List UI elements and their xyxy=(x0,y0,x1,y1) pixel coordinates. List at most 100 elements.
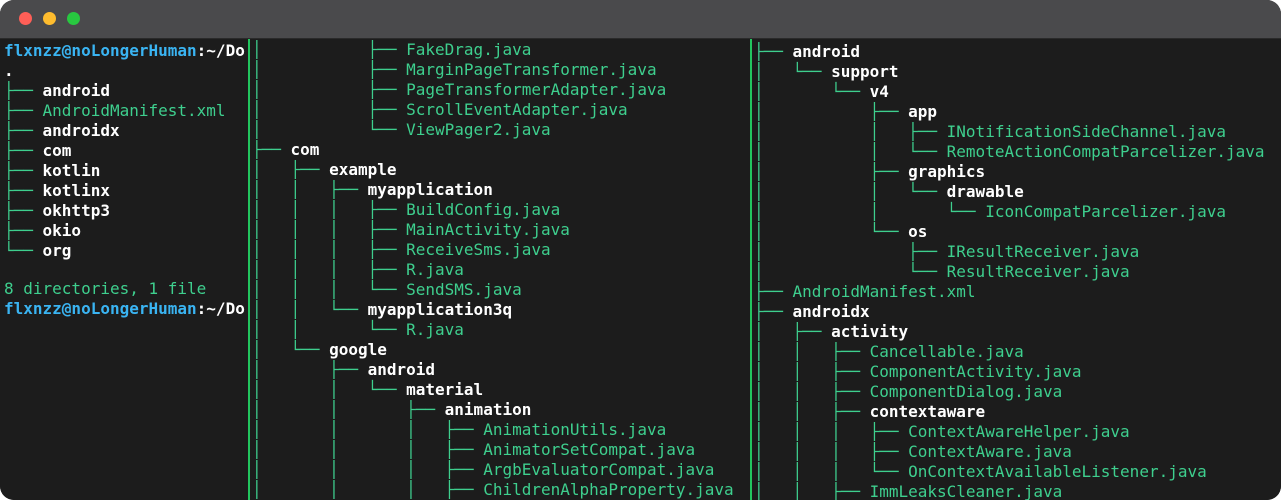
tree-directory-row: ├── okhttp3 xyxy=(4,201,110,221)
shell-prompt-top: flxnzz@noLongerHuman:~/Do xyxy=(4,41,245,61)
file-name: ContextAwareHelper.java xyxy=(908,422,1130,441)
tree-file-row: │ │ │ └── OnContextAvailableListener.jav… xyxy=(754,462,1207,482)
tree-directory-row: │ ├── example xyxy=(252,160,397,180)
tree-branch: └── xyxy=(4,241,43,260)
tree-branch: │ │ ├── xyxy=(252,180,368,199)
tree-directory-row: │ ├── graphics xyxy=(754,162,985,182)
close-button[interactable] xyxy=(19,12,32,25)
tree-file-row: │ │ ├── ComponentDialog.java xyxy=(754,382,1062,402)
file-name: BuildConfig.java xyxy=(406,200,561,219)
tree-directory-row: │ ├── app xyxy=(754,102,937,122)
tree-directory-row: ├── kotlin xyxy=(4,161,100,181)
tree-branch: ├── xyxy=(4,181,43,200)
directory-name: graphics xyxy=(908,162,986,181)
prompt-colon: : xyxy=(196,41,207,60)
tree-file-row: │ │ │ ├── ContextAware.java xyxy=(754,442,1072,462)
tree-branch: ├── xyxy=(252,140,291,159)
pane-divider[interactable] xyxy=(248,39,250,500)
prompt-user-host: flxnzz@noLongerHuman xyxy=(4,41,197,60)
tree-branch: │ │ │ ├── xyxy=(754,442,909,461)
tree-file-row: │ └── ResultReceiver.java xyxy=(754,262,1130,282)
tree-branch: │ │ └── xyxy=(754,142,947,161)
tree-directory-row: │ └── google xyxy=(252,340,387,360)
file-name: INotificationSideChannel.java xyxy=(946,122,1227,141)
tree-branch: │ ├── xyxy=(252,160,330,179)
tree-directory-row: │ │ ├── contextaware xyxy=(754,402,985,422)
right-terminal-pane[interactable]: ├── android │ └── support │ └── v4 │ ├── ap… xyxy=(754,39,1281,500)
tree-branch: │ └── xyxy=(252,120,407,139)
tree-branch: ├── xyxy=(4,201,43,220)
tree-branch: │ │ ├── xyxy=(754,402,870,421)
tree-directory-row: │ └── support xyxy=(754,62,899,82)
directory-name: androidx xyxy=(792,302,870,321)
tree-directory-row: │ │ ├── animation xyxy=(252,400,531,420)
title-bar xyxy=(0,0,1281,39)
tree-directory-row: ├── kotlinx xyxy=(4,181,110,201)
tree-file-row: │ │ │ ├── ContextAwareHelper.java xyxy=(754,422,1130,442)
directory-name: okio xyxy=(42,221,82,240)
directory-name: org xyxy=(42,241,72,260)
file-name: RemoteActionCompatParcelizer.java xyxy=(946,142,1265,161)
tree-branch: ├── xyxy=(4,161,43,180)
file-name: Cancellable.java xyxy=(869,342,1024,361)
directory-name: google xyxy=(329,340,387,359)
tree-branch: │ │ ├── xyxy=(754,122,947,141)
tree-file-row: │ │ │ ├── AnimatorSetCompat.java xyxy=(252,440,695,460)
file-name: ContextAware.java xyxy=(908,442,1072,461)
directory-name: example xyxy=(329,160,397,179)
tree-branch: │ ├── xyxy=(754,162,909,181)
tree-branch: │ │ │ ├── xyxy=(252,420,484,439)
directory-name: material xyxy=(406,380,484,399)
tree-directory-row: ├── androidx xyxy=(754,302,870,322)
maximize-button[interactable] xyxy=(67,12,80,25)
tree-branch: │ ├── xyxy=(252,100,407,119)
tree-branch: │ │ ├── xyxy=(754,362,870,381)
file-name: SendSMS.java xyxy=(406,280,522,299)
tree-file-row: │ ├── PageTransformerAdapter.java xyxy=(252,80,666,100)
pane-divider[interactable] xyxy=(750,39,752,500)
file-name: AnimationUtils.java xyxy=(483,420,667,439)
tree-directory-row: ├── androidx xyxy=(4,121,120,141)
directory-name: android xyxy=(367,360,436,379)
tree-branch: │ └── xyxy=(754,222,909,241)
tree-summary: 8 directories, 1 file xyxy=(4,279,207,298)
directory-name: kotlinx xyxy=(42,181,110,200)
tree-branch: │ │ └── xyxy=(754,182,947,201)
tree-branch: ├── xyxy=(4,221,43,240)
tree-branch: │ │ │ ├── xyxy=(252,260,407,279)
left-terminal-pane[interactable]: flxnzz@noLongerHuman:~/Do . ├── android ├… xyxy=(0,39,246,500)
tree-file-row: │ ├── FakeDrag.java xyxy=(252,40,531,60)
tree-branch: │ └── xyxy=(754,262,947,281)
file-name: ViewPager2.java xyxy=(406,120,551,139)
file-name: OnContextAvailableListener.java xyxy=(908,462,1207,481)
tree-directory-row: ├── android xyxy=(4,81,110,101)
tree-branch: ├── xyxy=(754,282,793,301)
tree-file-row: │ ├── ScrollEventAdapter.java xyxy=(252,100,628,120)
tree-directory-row: │ │ ├── myapplication xyxy=(252,180,493,200)
file-name: R.java xyxy=(406,260,464,279)
tree-branch: │ └── xyxy=(754,82,870,101)
tree-branch: ├── xyxy=(4,101,43,120)
tree-directory-row: │ │ └── myapplication3q xyxy=(252,300,512,320)
tree-branch: │ ├── xyxy=(252,60,407,79)
tree-file-row: │ │ ├── ImmLeaksCleaner.java xyxy=(754,482,1062,500)
prompt-user-host: flxnzz@noLongerHuman xyxy=(4,299,197,318)
directory-name: animation xyxy=(444,400,532,419)
file-name: PageTransformerAdapter.java xyxy=(406,80,667,99)
tree-branch: │ │ │ ├── xyxy=(252,460,484,479)
tree-file-row: │ │ │ ├── ChildrenAlphaProperty.java xyxy=(252,480,734,500)
directory-name: activity xyxy=(831,322,909,341)
file-name: ImmLeaksCleaner.java xyxy=(869,482,1063,500)
tree-file-row: │ └── ViewPager2.java xyxy=(252,120,551,140)
file-name: IconCompatParcelizer.java xyxy=(985,202,1227,221)
minimize-button[interactable] xyxy=(43,12,56,25)
tree-branch: │ ├── xyxy=(754,102,909,121)
file-name: ComponentActivity.java xyxy=(869,362,1082,381)
tree-branch: │ │ ├── xyxy=(754,382,870,401)
tree-branch: │ ├── xyxy=(252,80,407,99)
directory-name: com xyxy=(42,141,72,160)
file-name: ReceiveSms.java xyxy=(406,240,551,259)
tree-branch: │ ├── xyxy=(252,360,368,379)
middle-terminal-pane[interactable]: │ ├── FakeDrag.java │ ├── MarginPageTrans… xyxy=(252,39,748,500)
tree-directory-row: │ ├── android xyxy=(252,360,435,380)
